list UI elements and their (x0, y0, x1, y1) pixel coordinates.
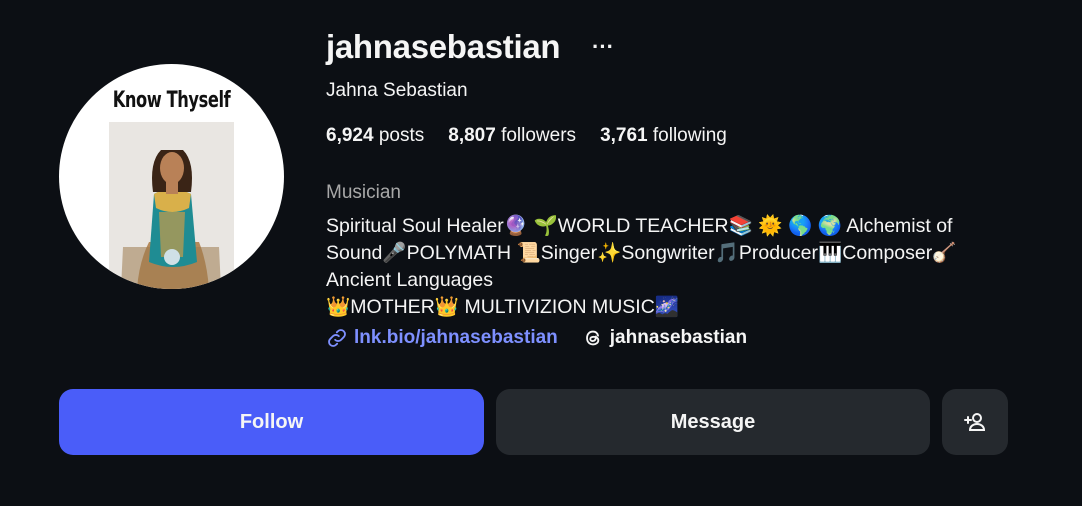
profile-bio: Spiritual Soul Healer🔮 🌱WORLD TEACHER📚 🌞… (326, 215, 957, 318)
profile-links: lnk.bio/jahnasebastian jahnasebastian (326, 327, 747, 349)
following-count: 3,761 (600, 125, 648, 146)
threads-icon (585, 330, 600, 346)
posts-stat: 6,924 posts (326, 125, 424, 147)
avatar-portrait (109, 122, 234, 289)
avatar-caption: Know Thyself (112, 88, 231, 113)
add-person-icon (964, 413, 986, 431)
followers-label: followers (501, 125, 577, 146)
suggest-people-button[interactable] (942, 389, 1008, 455)
profile-avatar[interactable]: Know Thyself (59, 64, 284, 289)
profile-full-name: Jahna Sebastian (326, 80, 468, 101)
following-stat[interactable]: 3,761 following (600, 125, 727, 147)
link-icon (328, 329, 346, 347)
external-link[interactable]: lnk.bio/jahnasebastian (326, 327, 558, 349)
follow-button[interactable]: Follow (59, 389, 484, 455)
profile-username: jahnasebastian (326, 28, 561, 65)
profile-stats: 6,924 posts 8,807 followers 3,761 follow… (326, 125, 727, 147)
message-button[interactable]: Message (496, 389, 930, 455)
more-dots-icon[interactable]: ··· (592, 34, 614, 60)
profile-category: Musician (326, 182, 401, 203)
following-label: following (652, 125, 727, 146)
followers-count: 8,807 (448, 125, 496, 146)
threads-link[interactable]: jahnasebastian (582, 327, 747, 349)
threads-handle: jahnasebastian (609, 327, 748, 348)
external-link-text: lnk.bio/jahnasebastian (354, 327, 558, 348)
followers-stat[interactable]: 8,807 followers (448, 125, 576, 147)
posts-count: 6,924 (326, 125, 374, 146)
posts-label: posts (378, 125, 425, 146)
